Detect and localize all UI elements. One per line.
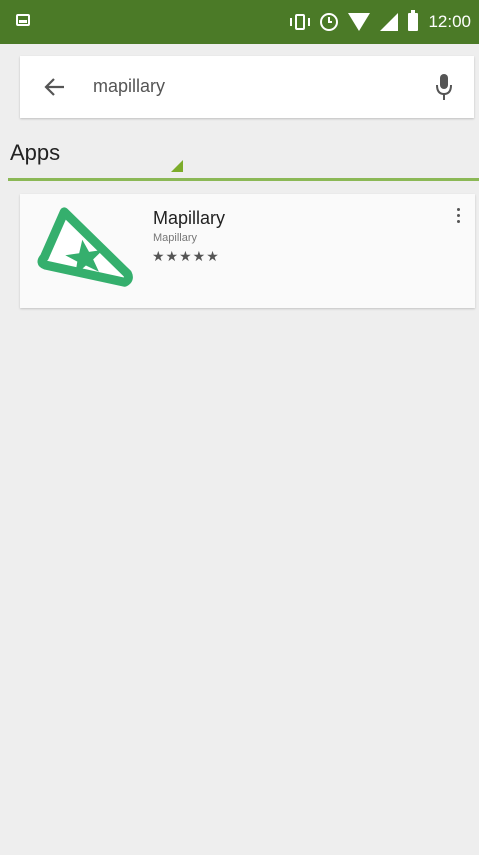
app-rating: ★★★★★ bbox=[152, 248, 220, 264]
search-input[interactable]: mapillary bbox=[93, 76, 165, 97]
mapillary-logo-icon bbox=[37, 207, 133, 287]
vibrate-icon bbox=[290, 13, 311, 31]
microphone-icon[interactable] bbox=[434, 72, 454, 102]
search-bar[interactable]: mapillary bbox=[20, 56, 474, 118]
signal-icon bbox=[380, 13, 399, 31]
section-title: Apps bbox=[10, 140, 61, 165]
wifi-icon bbox=[348, 13, 371, 31]
app-developer: Mapillary bbox=[153, 232, 198, 244]
section-corner-marker bbox=[171, 160, 183, 172]
alarm-icon bbox=[320, 13, 339, 31]
more-vert-icon[interactable] bbox=[455, 208, 461, 228]
status-bar: 12:00 bbox=[0, 0, 479, 44]
battery-icon bbox=[408, 10, 419, 31]
app-name[interactable]: Mapillary bbox=[153, 208, 225, 229]
back-arrow-icon[interactable] bbox=[42, 74, 68, 100]
status-icons: 12:00 bbox=[290, 8, 471, 36]
app-result-card[interactable]: Mapillary Mapillary ★★★★★ bbox=[20, 194, 475, 308]
status-time: 12:00 bbox=[428, 12, 471, 31]
gallery-icon bbox=[16, 14, 30, 26]
section-divider bbox=[8, 178, 479, 181]
page-bottom bbox=[0, 845, 479, 855]
